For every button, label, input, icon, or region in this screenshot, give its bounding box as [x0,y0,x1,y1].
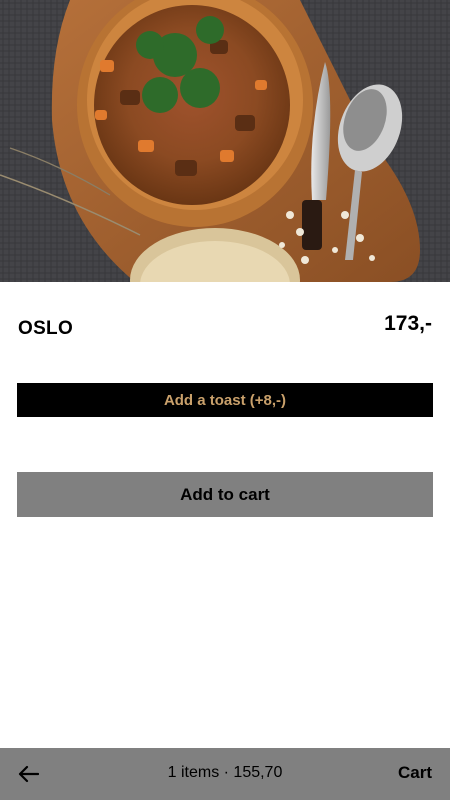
product-header: OSLO 173,- [18,312,432,348]
product-name: OSLO [18,318,74,339]
add-to-cart-button[interactable]: Add to cart [17,472,433,517]
cart-link[interactable]: Cart [398,763,432,783]
product-screen: OSLO 173,- Add a toast (+8,-) Add to car… [0,0,450,800]
product-photo [0,0,450,282]
cart-summary: 1 items · 155,70 [167,764,283,781]
product-price: 173,- [384,312,432,335]
bottom-cart-bar: 1 items · 155,70 Cart [0,748,450,800]
add-toast-button[interactable]: Add a toast (+8,-) [17,383,433,417]
